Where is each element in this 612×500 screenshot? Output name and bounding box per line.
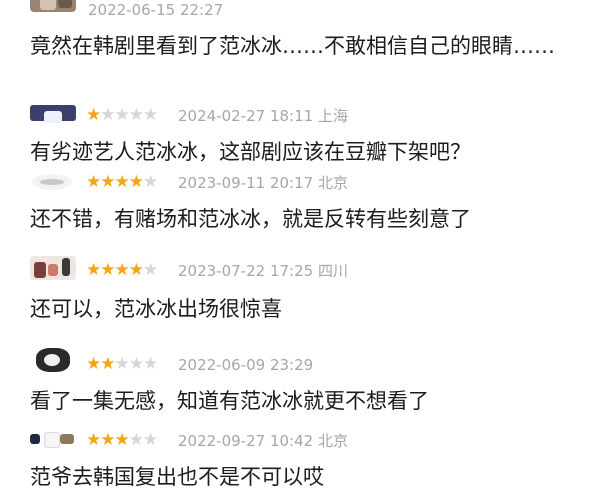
- star-icon: ★: [114, 430, 130, 450]
- comment-timestamp: 2023-07-22 17:25 四川: [178, 262, 348, 280]
- star-icon: ★: [128, 172, 144, 192]
- comment-list: 2022-06-15 22:27 竟然在韩剧里看到了范冰冰……不敢相信自己的眼睛…: [0, 0, 612, 500]
- star-icon: ★: [128, 260, 144, 280]
- user-avatar-icon[interactable]: [30, 344, 76, 374]
- comment-location: 上海: [317, 107, 348, 125]
- star-icon: ★: [114, 354, 130, 374]
- comment-meta: ★★★★★ 2023-07-22 17:25 四川: [0, 256, 612, 286]
- star-rating: ★★★★★: [86, 430, 158, 450]
- star-icon: ★: [100, 430, 115, 450]
- star-icon: ★: [86, 172, 101, 192]
- star-icon: ★: [128, 430, 144, 450]
- comment-meta: ★★★★★ 2024-02-27 18:11 上海: [0, 103, 612, 131]
- star-icon: ★: [128, 105, 144, 125]
- comment-location: 北京: [317, 174, 348, 192]
- comment-meta: ★★★★★ 2022-09-27 10:42 北京: [0, 428, 612, 456]
- star-icon: ★: [86, 105, 101, 125]
- star-icon: ★: [86, 354, 101, 374]
- star-rating: ★★★★★: [86, 172, 158, 192]
- user-avatar-icon[interactable]: [30, 0, 76, 12]
- comment-text: 竟然在韩剧里看到了范冰冰……不敢相信自己的眼睛……: [30, 34, 555, 58]
- comment-meta: ★★★★★ 2023-09-11 20:17 北京: [0, 170, 612, 198]
- comment-location: 四川: [317, 262, 348, 280]
- star-icon: ★: [86, 260, 101, 280]
- star-icon: ★: [143, 260, 158, 280]
- comment-timestamp: 2022-06-09 23:29: [178, 356, 314, 374]
- comment-timestamp: 2023-09-11 20:17 北京: [178, 174, 348, 192]
- star-icon: ★: [100, 354, 115, 374]
- user-avatar-icon[interactable]: [30, 103, 76, 127]
- comment-timestamp: 2022-09-27 10:42 北京: [178, 432, 348, 450]
- comment-text: 还不错，有赌场和范冰冰，就是反转有些刻意了: [30, 207, 471, 231]
- star-icon: ★: [143, 172, 158, 192]
- comment-meta: 2022-06-15 22:27: [0, 0, 612, 28]
- star-rating: ★★★★★: [86, 105, 158, 125]
- comment-text: 有劣迹艺人范冰冰，这部剧应该在豆瓣下架吧？: [30, 140, 471, 164]
- star-icon: ★: [143, 430, 158, 450]
- star-icon: ★: [143, 105, 158, 125]
- comment-timestamp: 2024-02-27 18:11 上海: [178, 107, 348, 125]
- star-icon: ★: [100, 260, 115, 280]
- star-icon: ★: [114, 105, 130, 125]
- user-avatar-icon[interactable]: [30, 428, 76, 452]
- star-icon: ★: [100, 105, 115, 125]
- comment-text: 还可以，范冰冰出场很惊喜: [30, 297, 282, 321]
- star-icon: ★: [128, 354, 144, 374]
- star-rating: ★★★★★: [86, 354, 158, 374]
- star-icon: ★: [143, 354, 158, 374]
- star-icon: ★: [86, 430, 101, 450]
- comment-location: 北京: [317, 432, 348, 450]
- comment-timestamp: 2022-06-15 22:27: [88, 1, 224, 19]
- star-icon: ★: [114, 260, 130, 280]
- user-avatar-icon[interactable]: [30, 170, 76, 194]
- user-avatar-icon[interactable]: [30, 252, 76, 282]
- comment-text: 范爷去韩国复出也不是不可以哎: [30, 465, 324, 489]
- star-rating: ★★★★★: [86, 260, 158, 280]
- comment-meta: ★★★★★ 2022-06-09 23:29: [0, 348, 612, 380]
- star-icon: ★: [100, 172, 115, 192]
- star-icon: ★: [114, 172, 130, 192]
- comment-text: 看了一集无感，知道有范冰冰就更不想看了: [30, 389, 429, 413]
